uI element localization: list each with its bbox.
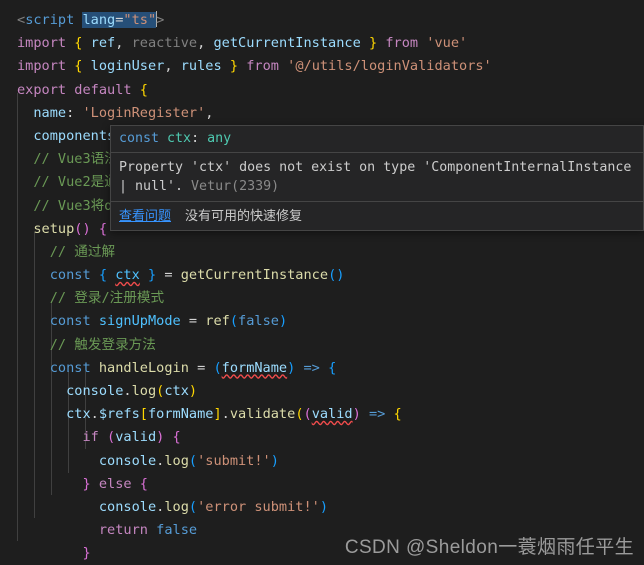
code-line[interactable]: const handleLogin = (formName) => { (0, 357, 644, 380)
code-content[interactable]: <script lang="ts"> import { ref, reactiv… (0, 0, 644, 565)
hover-message: Property 'ctx' does not exist on type 'C… (111, 153, 643, 201)
hover-signature-separator: : (191, 131, 200, 146)
code-line[interactable]: export default { (0, 79, 644, 102)
error-token-valid[interactable]: valid (312, 406, 353, 422)
hover-message-source: Vetur(2339) (183, 179, 280, 194)
code-line[interactable]: import { loginUser, rules } from '@/util… (0, 55, 644, 78)
code-line[interactable]: <script lang="ts"> (0, 9, 644, 32)
code-line[interactable]: console.log('error submit!') (0, 496, 644, 519)
code-line[interactable]: console.log(ctx) (0, 380, 644, 403)
hover-signature-type: any (207, 131, 232, 146)
code-line[interactable]: const { ctx } = getCurrentInstance() (0, 264, 644, 287)
code-line[interactable]: console.log('submit!') (0, 450, 644, 473)
hover-signature-name: ctx (167, 131, 192, 146)
error-token-ctx[interactable]: ctx (115, 267, 140, 283)
view-problem-link[interactable]: 查看问题 (119, 208, 171, 223)
code-line[interactable]: ctx.$refs[formName].validate((valid) => … (0, 403, 644, 426)
code-editor[interactable]: <script lang="ts"> import { ref, reactiv… (0, 0, 644, 565)
code-line[interactable]: // 登录/注册模式 (0, 287, 644, 310)
watermark: CSDN @Sheldon一蓑烟雨任平生 (344, 537, 634, 558)
hover-signature: const ctx: any (111, 126, 643, 152)
code-line[interactable]: const signUpMode = ref(false) (0, 310, 644, 333)
hover-tooltip[interactable]: const ctx: any Property 'ctx' does not e… (110, 125, 644, 231)
code-line[interactable]: } else { (0, 473, 644, 496)
hover-actions[interactable]: 查看问题 没有可用的快速修复 (111, 202, 643, 230)
hover-signature-keyword: const (119, 131, 160, 146)
code-line[interactable]: name: 'LoginRegister', (0, 102, 644, 125)
error-token-formname[interactable]: formName (222, 360, 287, 376)
code-line[interactable]: import { ref, reactive, getCurrentInstan… (0, 32, 644, 55)
code-line[interactable]: if (valid) { (0, 426, 644, 449)
no-quick-fix-label: 没有可用的快速修复 (185, 208, 303, 223)
code-line[interactable]: // 通过解 (0, 241, 644, 264)
code-line[interactable]: // 触发登录方法 (0, 334, 644, 357)
